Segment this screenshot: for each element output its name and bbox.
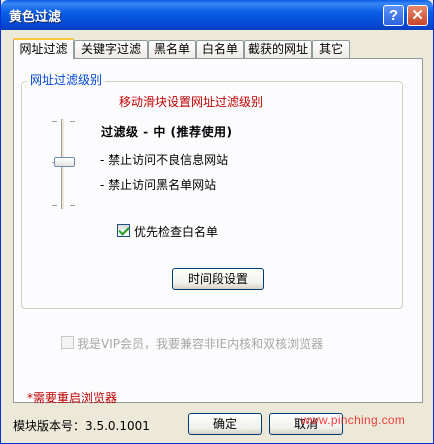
vip-checkbox[interactable] xyxy=(61,336,74,349)
slider-hint: 移动滑块设置网址过滤级别 xyxy=(119,95,264,109)
window-title: 黄色过滤 xyxy=(9,10,62,25)
rule-text: - 禁止访问黑名单网站 xyxy=(100,178,217,192)
slider-thumb[interactable] xyxy=(54,157,75,167)
tab-other[interactable]: 其它 xyxy=(312,40,350,58)
whitelist-first-label: 优先检查白名单 xyxy=(134,225,219,239)
tab-captured-urls[interactable]: 截获的网址 xyxy=(244,40,312,58)
schedule-button[interactable]: 时间段设置 xyxy=(172,268,264,290)
title-bar[interactable]: 黄色过滤 ? ✕ xyxy=(1,0,433,30)
restart-note: *需要重启浏览器 xyxy=(27,391,118,405)
watermark: www.pinching.com xyxy=(301,413,406,427)
slider-tick xyxy=(52,205,57,206)
slider-tick xyxy=(70,121,75,122)
tab-keyword-filter[interactable]: 关键字过滤 xyxy=(74,40,148,58)
tab-blacklist[interactable]: 黑名单 xyxy=(148,40,196,58)
slider-tick xyxy=(52,121,57,122)
version-text: 模块版本号：3.5.0.1001 xyxy=(13,419,150,433)
ok-button[interactable]: 确定 xyxy=(188,413,262,435)
rule-text: - 禁止访问不良信息网站 xyxy=(100,153,229,167)
slider-tick xyxy=(70,205,75,206)
close-button[interactable]: ✕ xyxy=(407,5,428,26)
help-button[interactable]: ? xyxy=(383,5,404,26)
dialog-window: 黄色过滤 ? ✕ 网址过滤 关键字过滤 黑名单 白名单 截获的网址 其它 网址过… xyxy=(0,0,434,444)
group-legend: 网址过滤级别 xyxy=(27,71,106,88)
tab-panel: 网址过滤级别 移动滑块设置网址过滤级别 过滤级 - 中 (推荐使用) - 禁止访… xyxy=(13,58,423,405)
vip-label: 我是VIP会员，我要兼容非IE内核和双核浏览器 xyxy=(77,337,324,351)
level-title: 过滤级 - 中 (推荐使用) xyxy=(101,125,233,139)
tab-whitelist[interactable]: 白名单 xyxy=(196,40,244,58)
tab-url-filter[interactable]: 网址过滤 xyxy=(13,38,74,59)
whitelist-first-checkbox[interactable] xyxy=(117,224,130,237)
close-icon: ✕ xyxy=(411,7,424,24)
